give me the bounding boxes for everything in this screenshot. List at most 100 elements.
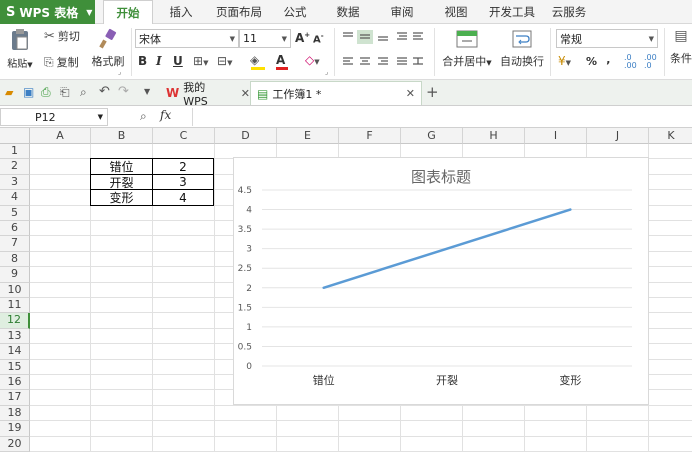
row-header-2[interactable]: 2 <box>0 159 30 174</box>
cell-value[interactable]: 2 <box>153 159 213 174</box>
column-header-e[interactable]: E <box>277 128 339 144</box>
decrease-decimal-icon[interactable]: .00.0 <box>644 54 657 70</box>
row-header-20[interactable]: 20 <box>0 437 30 452</box>
print-icon[interactable]: ⎗ <box>60 85 70 100</box>
border-icon[interactable]: ⊞▼ <box>193 54 208 68</box>
font-size-select[interactable]: 11▼ <box>239 29 291 48</box>
clear-format-icon[interactable]: ◇▼ <box>305 53 320 67</box>
underline-icon[interactable]: U <box>173 54 183 68</box>
tab-page-layout[interactable]: 页面布局 <box>210 0 268 24</box>
column-header-g[interactable]: G <box>401 128 463 144</box>
font-name-select[interactable]: 宋体▼ <box>135 29 239 48</box>
cell-label[interactable]: 变形 <box>91 190 152 205</box>
number-format-select[interactable]: 常规▼ <box>556 29 658 48</box>
y-tick-label: 2.5 <box>238 264 252 274</box>
cell-label[interactable]: 开裂 <box>91 175 152 189</box>
percent-icon[interactable]: % <box>586 55 597 68</box>
tab-insert[interactable]: 插入 <box>158 0 204 24</box>
tab-review[interactable]: 审阅 <box>382 0 422 24</box>
customize-chevron-icon[interactable]: ▼ <box>144 87 150 96</box>
row-header-4[interactable]: 4 <box>0 190 30 205</box>
cell-label[interactable]: 错位 <box>91 159 152 174</box>
row-header-15[interactable]: 15 <box>0 360 30 375</box>
column-header-j[interactable]: J <box>587 128 649 144</box>
tab-data[interactable]: 数据 <box>328 0 368 24</box>
new-tab-icon[interactable]: + <box>426 83 439 101</box>
expand-icon[interactable]: ⌟ <box>325 68 328 76</box>
tab-workbook[interactable]: ▤ 工作簿1 * ✕ <box>250 81 422 105</box>
y-tick-label: 0.5 <box>238 342 252 352</box>
row-header-12[interactable]: 12 <box>0 313 30 328</box>
grow-font-icon[interactable]: A+ <box>295 31 310 45</box>
row-header-1[interactable]: 1 <box>0 144 30 159</box>
row-header-18[interactable]: 18 <box>0 406 30 421</box>
row-header-19[interactable]: 19 <box>0 421 30 436</box>
fill-color-icon[interactable]: ◈ <box>250 53 270 71</box>
undo-icon[interactable]: ↶ <box>99 84 110 99</box>
folder-icon[interactable]: ▰ <box>5 86 13 99</box>
column-header-b[interactable]: B <box>91 128 153 144</box>
tab-view[interactable]: 视图 <box>436 0 476 24</box>
row-header-7[interactable]: 7 <box>0 236 30 251</box>
italic-icon[interactable]: I <box>156 54 162 68</box>
column-header-k[interactable]: K <box>649 128 692 144</box>
column-header-h[interactable]: H <box>463 128 525 144</box>
increase-decimal-icon[interactable]: .0.00 <box>624 54 637 70</box>
close-icon[interactable]: ✕ <box>241 87 250 100</box>
row-header-17[interactable]: 17 <box>0 390 30 405</box>
column-header-f[interactable]: F <box>339 128 401 144</box>
row-header-16[interactable]: 16 <box>0 375 30 390</box>
conditional-format-button[interactable]: ▤ 条件 <box>670 28 692 66</box>
row-header-11[interactable]: 11 <box>0 298 30 313</box>
tab-my-wps[interactable]: W 我的WPS ✕ <box>160 81 250 105</box>
print-preview-icon[interactable]: ⌕ <box>80 85 87 100</box>
tab-developer[interactable]: 开发工具 <box>484 0 540 24</box>
merge-border-icon[interactable]: ⊟▼ <box>217 54 232 68</box>
row-header-13[interactable]: 13 <box>0 329 30 344</box>
tab-formulas[interactable]: 公式 <box>275 0 315 24</box>
paste-button[interactable]: 粘贴▼ <box>6 28 34 76</box>
menu-bar: S WPS 表格 ▼ 开始 插入 页面布局 公式 数据 审阅 视图 开发工具 云… <box>0 0 692 24</box>
tab-home[interactable]: 开始 <box>103 0 153 24</box>
formula-input[interactable] <box>192 108 692 126</box>
row-header-6[interactable]: 6 <box>0 221 30 236</box>
y-tick-label: 3 <box>246 245 252 255</box>
row-header-10[interactable]: 10 <box>0 283 30 298</box>
fx-icon[interactable]: fx <box>160 108 171 122</box>
line-chart[interactable]: 图表标题 00.511.522.533.544.5错位开裂变形 <box>233 157 649 405</box>
close-icon[interactable]: ✕ <box>406 87 415 100</box>
cell-value[interactable]: 4 <box>153 190 213 205</box>
currency-icon[interactable]: ¥▼ <box>558 54 571 68</box>
save-icon[interactable]: ▣ <box>23 85 34 99</box>
row-header-9[interactable]: 9 <box>0 267 30 282</box>
row-header-14[interactable]: 14 <box>0 344 30 359</box>
thousand-separator-icon[interactable]: , <box>604 53 613 66</box>
row-header-5[interactable]: 5 <box>0 206 30 221</box>
copy-icon: ⎘ <box>44 55 54 70</box>
column-header-c[interactable]: C <box>153 128 215 144</box>
column-header-i[interactable]: I <box>525 128 587 144</box>
copy-button[interactable]: ⎘ 复制 <box>44 54 79 70</box>
bold-icon[interactable]: B <box>138 54 147 68</box>
export-icon[interactable]: ⎙ <box>41 85 51 100</box>
cut-button[interactable]: ✂ 剪切 <box>44 28 80 44</box>
zoom-icon[interactable]: ⌕ <box>140 109 147 124</box>
redo-icon[interactable]: ↷ <box>118 84 129 99</box>
column-header-a[interactable]: A <box>30 128 91 144</box>
expand-icon[interactable]: ⌟ <box>118 68 121 76</box>
name-box[interactable]: P12▼ <box>0 108 108 126</box>
chevron-down-icon: ▼ <box>98 113 103 121</box>
wrap-text-button[interactable]: 自动换行 <box>500 28 544 69</box>
app-menu-button[interactable]: S WPS 表格 ▼ <box>0 0 95 24</box>
merge-center-button[interactable]: 合并居中▼ <box>440 28 494 69</box>
row-header-3[interactable]: 3 <box>0 175 30 190</box>
select-all-corner[interactable] <box>0 128 30 144</box>
separator <box>664 28 665 76</box>
column-header-d[interactable]: D <box>215 128 277 144</box>
cell-value[interactable]: 3 <box>153 175 213 189</box>
shrink-font-icon[interactable]: A- <box>313 32 324 45</box>
chevron-down-icon: ▼ <box>86 8 92 17</box>
tab-cloud[interactable]: 云服务 <box>546 0 592 24</box>
font-color-icon[interactable]: A <box>276 53 296 71</box>
row-header-8[interactable]: 8 <box>0 252 30 267</box>
